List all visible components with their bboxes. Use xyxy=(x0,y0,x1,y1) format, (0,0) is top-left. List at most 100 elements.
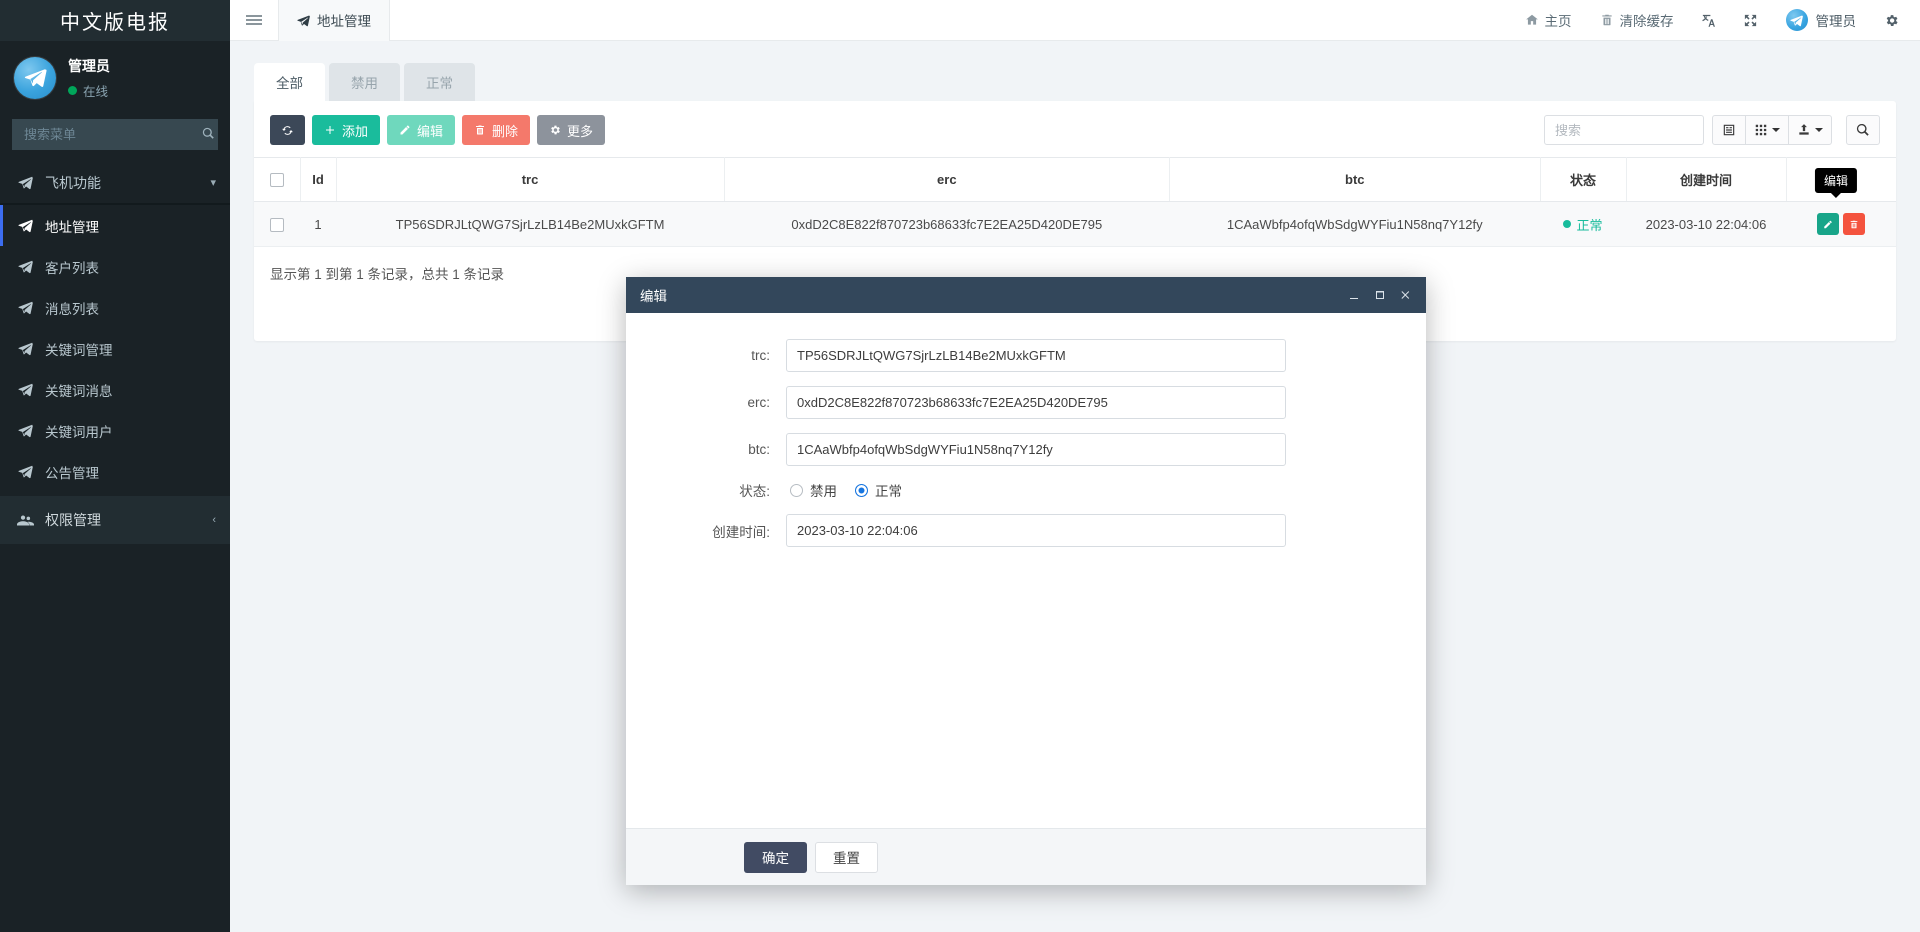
clear-cache-link[interactable]: 清除缓存 xyxy=(1586,0,1688,41)
avatar xyxy=(14,57,56,99)
cell-erc: 0xdD2C8E822f870723b68633fc7E2EA25D420DE7… xyxy=(724,201,1170,247)
row-delete-button[interactable] xyxy=(1843,213,1865,235)
add-button-label: 添加 xyxy=(342,123,369,139)
sidebar-item-permission-management[interactable]: 权限管理 ‹ xyxy=(0,496,230,544)
sidebar-item-address-management[interactable]: 地址管理 xyxy=(0,205,230,246)
tab-all[interactable]: 全部 xyxy=(254,63,325,101)
status-dot-icon xyxy=(1563,220,1572,228)
row-edit-button[interactable] xyxy=(1817,213,1839,235)
status-label: 状态: xyxy=(739,484,770,499)
telegram-plane-icon xyxy=(17,300,34,315)
sidebar-item-label: 地址管理 xyxy=(45,219,99,235)
sidebar-item-announcement-management[interactable]: 公告管理 xyxy=(0,451,230,492)
table-tools-group xyxy=(1712,115,1832,145)
export-dropdown-button[interactable] xyxy=(1788,115,1832,145)
filter-tabs: 全部 禁用 正常 xyxy=(230,41,1920,101)
table-row[interactable]: 1 TP56SDRJLtQWG7SjrLzLB14Be2MUxkGFTM 0xd… xyxy=(254,168,1896,247)
sidebar-item-label: 权限管理 xyxy=(45,512,101,528)
row-select-cell xyxy=(254,201,300,247)
search-submit-button[interactable] xyxy=(1846,115,1880,145)
delete-button[interactable]: 删除 xyxy=(462,115,531,145)
reset-button[interactable]: 重置 xyxy=(815,841,878,873)
column-trc[interactable]: trc xyxy=(336,157,725,202)
edit-button[interactable]: 编辑 xyxy=(387,115,456,145)
tab-normal[interactable]: 正常 xyxy=(404,63,475,101)
status-badge: 正常 xyxy=(1563,215,1603,234)
erc-input[interactable] xyxy=(786,386,1286,419)
telegram-plane-icon xyxy=(17,175,34,190)
tab-disabled[interactable]: 禁用 xyxy=(329,63,400,101)
grid-icon xyxy=(1755,124,1767,136)
add-button[interactable]: 添加 xyxy=(312,115,381,145)
modal-maximize-icon[interactable] xyxy=(1374,289,1386,301)
status-radio-normal[interactable]: 正常 xyxy=(855,480,902,500)
topbar-tab-label: 地址管理 xyxy=(317,14,371,29)
topbar-right: 主页 清除缓存 管理员 xyxy=(1511,0,1920,41)
more-button[interactable]: 更多 xyxy=(537,115,606,145)
created-input[interactable] xyxy=(786,514,1286,547)
menu-search[interactable] xyxy=(12,119,218,150)
trash-icon xyxy=(476,125,485,135)
form-row-btc: btc: xyxy=(626,433,1426,466)
row-checkbox[interactable] xyxy=(270,217,284,232)
toolbar-right xyxy=(1544,115,1880,145)
table-header-row: Id trc erc btc 状态 创建时间 操作 xyxy=(254,157,1896,202)
topbar-active-tab[interactable]: 地址管理 xyxy=(278,0,390,41)
sidebar-item-feiji[interactable]: 飞机功能 ▾ xyxy=(0,162,230,203)
fullscreen-icon[interactable] xyxy=(1730,0,1772,41)
export-icon xyxy=(1799,124,1809,135)
trash-icon xyxy=(1601,14,1612,26)
sidebar-item-label: 客户列表 xyxy=(45,260,99,276)
telegram-plane-icon xyxy=(17,218,34,233)
telegram-plane-icon xyxy=(297,14,310,26)
telegram-plane-icon xyxy=(17,259,34,274)
menu-search-input[interactable] xyxy=(22,126,202,143)
sidebar-item-keyword-user[interactable]: 关键词用户 xyxy=(0,410,230,451)
telegram-plane-icon xyxy=(17,382,34,397)
avatar xyxy=(1785,9,1808,31)
row-actions xyxy=(1817,213,1865,235)
tab-normal-label: 正常 xyxy=(426,76,453,91)
trc-input[interactable] xyxy=(786,339,1286,372)
sidebar-item-keyword-message[interactable]: 关键词消息 xyxy=(0,369,230,410)
sidebar-item-label: 消息列表 xyxy=(45,301,99,317)
modal-header[interactable]: 编辑 xyxy=(626,277,1426,313)
sidebar-user-panel: 管理员 在线 xyxy=(0,41,230,115)
confirm-button[interactable]: 确定 xyxy=(744,841,807,873)
search-input[interactable] xyxy=(1544,115,1704,145)
sidebar-item-label: 关键词用户 xyxy=(45,424,113,440)
home-link[interactable]: 主页 xyxy=(1511,0,1586,41)
cell-operations: 编辑 xyxy=(1786,168,1896,247)
modal-minimize-icon[interactable] xyxy=(1348,289,1360,301)
modal-footer: 确定 重置 xyxy=(626,828,1426,885)
sidebar-nav: 飞机功能 ▾ 地址管理 客户列表 消息列表 关键词管理 关键词消息 关键词用户 … xyxy=(0,162,230,544)
status-radio-disabled[interactable]: 禁用 xyxy=(790,480,837,500)
gear-icon[interactable] xyxy=(1870,0,1912,41)
created-label: 创建时间: xyxy=(712,524,770,540)
telegram-plane-icon xyxy=(17,464,34,479)
columns-dropdown-button[interactable] xyxy=(1745,115,1789,145)
sidebar-item-customer-list[interactable]: 客户列表 xyxy=(0,246,230,287)
column-id[interactable]: Id xyxy=(300,157,337,202)
column-created[interactable]: 创建时间 xyxy=(1626,157,1787,202)
topbar-user[interactable]: 管理员 xyxy=(1772,0,1871,41)
sidebar-item-keyword-management[interactable]: 关键词管理 xyxy=(0,328,230,369)
column-erc[interactable]: erc xyxy=(724,157,1171,202)
column-select-all xyxy=(254,157,301,202)
column-btc[interactable]: btc xyxy=(1169,157,1541,202)
table-toolbar: 添加 编辑 删除 更多 xyxy=(254,101,1896,157)
search-icon xyxy=(1856,123,1869,136)
language-switch-icon[interactable] xyxy=(1688,0,1730,41)
refresh-button[interactable] xyxy=(270,115,305,145)
btc-input[interactable] xyxy=(786,433,1286,466)
sidebar-item-message-list[interactable]: 消息列表 xyxy=(0,287,230,328)
table-view-toggle-button[interactable] xyxy=(1712,115,1746,145)
modal-close-icon[interactable] xyxy=(1400,289,1412,301)
sidebar-toggle-icon[interactable] xyxy=(230,0,278,41)
edit-modal: 编辑 trc: erc: xyxy=(626,277,1426,885)
table-body: 1 TP56SDRJLtQWG7SjrLzLB14Be2MUxkGFTM 0xd… xyxy=(254,168,1896,247)
chevron-down-icon: ▾ xyxy=(210,177,216,189)
select-all-checkbox[interactable] xyxy=(269,173,284,188)
edit-button-label: 编辑 xyxy=(417,123,444,139)
column-status[interactable]: 状态 xyxy=(1540,157,1627,202)
